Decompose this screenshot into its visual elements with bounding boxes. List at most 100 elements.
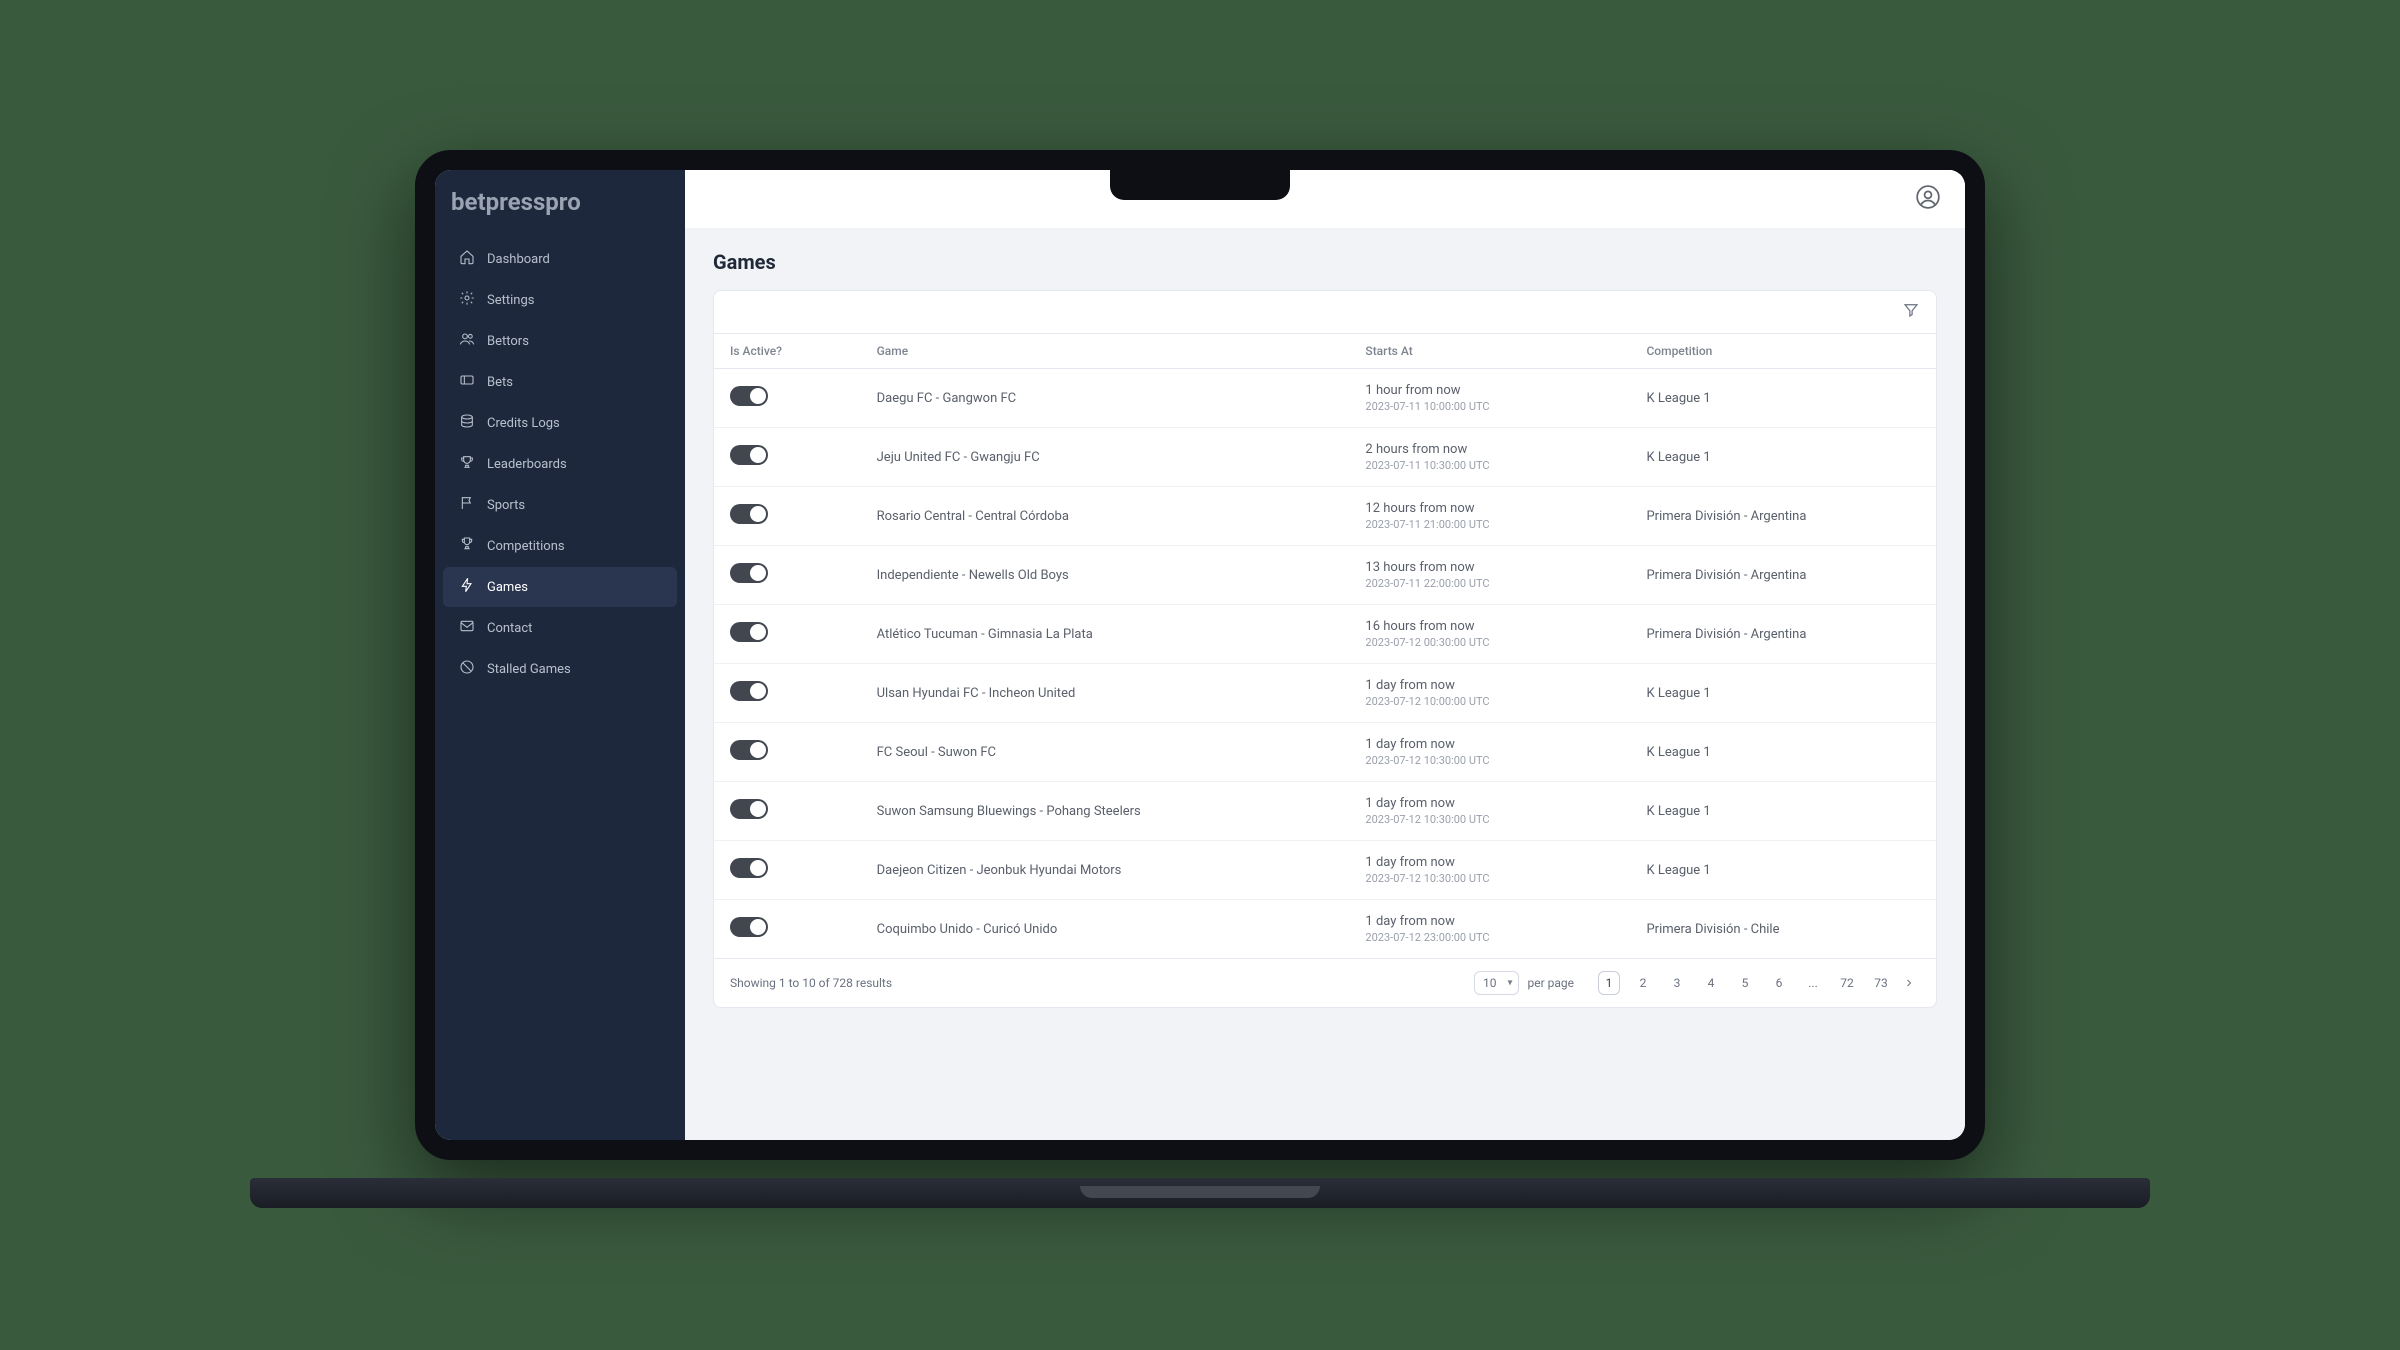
starts-absolute: 2023-07-12 10:30:00 UTC <box>1365 754 1614 767</box>
topbar <box>685 170 1965 228</box>
sidebar-item-bettors[interactable]: Bettors <box>443 321 677 361</box>
sidebar-item-settings[interactable]: Settings <box>443 280 677 320</box>
cell-competition: Primera División - Argentina <box>1630 605 1936 664</box>
starts-absolute: 2023-07-11 21:00:00 UTC <box>1365 518 1614 531</box>
active-toggle[interactable] <box>730 858 768 878</box>
sidebar-item-competitions[interactable]: Competitions <box>443 526 677 566</box>
sidebar-item-label: Leaderboards <box>487 457 567 472</box>
sidebar-item-label: Games <box>487 580 528 595</box>
active-toggle[interactable] <box>730 917 768 937</box>
table-row[interactable]: Independiente - Newells Old Boys13 hours… <box>714 546 1936 605</box>
page-button[interactable]: 4 <box>1700 971 1722 995</box>
cell-game: FC Seoul - Suwon FC <box>861 723 1350 782</box>
per-page-select[interactable]: 10 ▾ <box>1474 971 1520 995</box>
cell-competition: Primera División - Argentina <box>1630 487 1936 546</box>
ticket-icon <box>459 372 475 392</box>
page-ellipsis: ... <box>1802 971 1824 995</box>
cell-game: Independiente - Newells Old Boys <box>861 546 1350 605</box>
page-button[interactable]: 73 <box>1870 971 1892 995</box>
cell-starts: 1 hour from now2023-07-11 10:00:00 UTC <box>1349 369 1630 428</box>
starts-relative: 1 hour from now <box>1365 383 1614 398</box>
starts-relative: 2 hours from now <box>1365 442 1614 457</box>
block-icon <box>459 659 475 679</box>
sidebar-item-dashboard[interactable]: Dashboard <box>443 239 677 279</box>
table-row[interactable]: Daejeon Citizen - Jeonbuk Hyundai Motors… <box>714 841 1936 900</box>
cell-competition: K League 1 <box>1630 723 1936 782</box>
cell-game: Daejeon Citizen - Jeonbuk Hyundai Motors <box>861 841 1350 900</box>
table-row[interactable]: Rosario Central - Central Córdoba12 hour… <box>714 487 1936 546</box>
sidebar-item-label: Bettors <box>487 334 529 349</box>
filter-bar <box>714 291 1936 334</box>
filter-icon[interactable] <box>1902 301 1920 323</box>
sidebar-item-sports[interactable]: Sports <box>443 485 677 525</box>
starts-relative: 1 day from now <box>1365 914 1614 929</box>
user-avatar-icon[interactable] <box>1915 184 1941 214</box>
table-row[interactable]: FC Seoul - Suwon FC 1 day from now 2023-07… <box>714 723 1936 782</box>
active-toggle[interactable] <box>730 681 768 701</box>
cell-competition: K League 1 <box>1630 369 1936 428</box>
page-button[interactable]: 5 <box>1734 971 1756 995</box>
cell-game: Daegu FC - Gangwon FC <box>861 369 1350 428</box>
cell-competition: Primera División - Argentina <box>1630 546 1936 605</box>
cell-game: Coquimbo Unido - Curicó Unido <box>861 900 1350 959</box>
sidebar-item-stalled-games[interactable]: Stalled Games <box>443 649 677 689</box>
trophy-icon <box>459 454 475 474</box>
cell-competition: K League 1 <box>1630 782 1936 841</box>
display-notch <box>1110 170 1290 200</box>
cell-starts: 1 day from now2023-07-12 10:30:00 UTC <box>1349 841 1630 900</box>
starts-relative: 16 hours from now <box>1365 619 1614 634</box>
active-toggle[interactable] <box>730 799 768 819</box>
active-toggle[interactable] <box>730 740 768 760</box>
app-root: betpresspro DashboardSettingsBettorsBets… <box>435 170 1965 1140</box>
page-button[interactable]: 6 <box>1768 971 1790 995</box>
page-button[interactable]: 3 <box>1666 971 1688 995</box>
mail-icon <box>459 618 475 638</box>
active-toggle[interactable] <box>730 445 768 465</box>
flag-icon <box>459 495 475 515</box>
sidebar-item-leaderboards[interactable]: Leaderboards <box>443 444 677 484</box>
starts-relative: 1 day from now <box>1365 737 1614 752</box>
table-row[interactable]: Atlético Tucuman - Gimnasia La Plata16 h… <box>714 605 1936 664</box>
sidebar-item-games[interactable]: Games <box>443 567 677 607</box>
table-row[interactable]: Jeju United FC - Gwangju FC2 hours from … <box>714 428 1936 487</box>
table-row[interactable]: Daegu FC - Gangwon FC1 hour from now2023… <box>714 369 1936 428</box>
active-toggle[interactable] <box>730 386 768 406</box>
next-page-button[interactable] <box>1898 971 1920 995</box>
main-area: Games Is Active <box>685 170 1965 1140</box>
cell-starts: 2 hours from now 2023-07-11 10:30:00 UTC <box>1349 428 1630 487</box>
page-button[interactable]: 1 <box>1598 971 1620 995</box>
sidebar-item-credits-logs[interactable]: Credits Logs <box>443 403 677 443</box>
starts-absolute: 2023-07-11 10:30:00 UTC <box>1365 459 1614 472</box>
active-toggle[interactable] <box>730 504 768 524</box>
cell-starts: 1 day from now 2023-07-12 10:30:00 UTC <box>1349 723 1630 782</box>
starts-relative: 1 day from now <box>1365 678 1614 693</box>
col-header-game: Game <box>861 334 1350 369</box>
sidebar-item-label: Settings <box>487 293 534 308</box>
cell-competition: K League 1 <box>1630 841 1936 900</box>
table-row[interactable]: Suwon Samsung Bluewings - Pohang Steeler… <box>714 782 1936 841</box>
sidebar-item-contact[interactable]: Contact <box>443 608 677 648</box>
cell-starts: 16 hours from now2023-07-12 00:30:00 UTC <box>1349 605 1630 664</box>
table-row[interactable]: Ulsan Hyundai FC - Incheon United1 day f… <box>714 664 1936 723</box>
chevron-down-icon: ▾ <box>1507 978 1512 989</box>
laptop-base <box>250 1178 2150 1208</box>
cell-starts: 1 day from now 2023-07-12 23:00:00 UTC <box>1349 900 1630 959</box>
cell-game: Suwon Samsung Bluewings - Pohang Steeler… <box>861 782 1350 841</box>
starts-relative: 1 day from now <box>1365 855 1614 870</box>
laptop-lip <box>1080 1186 1320 1198</box>
pager: Showing 1 to 10 of 728 results 10 ▾ per … <box>714 958 1936 1007</box>
page-button[interactable]: 72 <box>1836 971 1858 995</box>
starts-absolute: 2023-07-12 23:00:00 UTC <box>1365 931 1614 944</box>
sidebar-item-bets[interactable]: Bets <box>443 362 677 402</box>
page-buttons: 123456... 72 73 <box>1598 971 1920 995</box>
games-table: Is Active? Game Starts At Competition Da… <box>714 334 1936 958</box>
active-toggle[interactable] <box>730 563 768 583</box>
active-toggle[interactable] <box>730 622 768 642</box>
starts-absolute: 2023-07-11 22:00:00 UTC <box>1365 577 1614 590</box>
table-row[interactable]: Coquimbo Unido - Curicó Unido1 day from … <box>714 900 1936 959</box>
per-page-label: per page <box>1527 976 1574 990</box>
cell-game: Rosario Central - Central Córdoba <box>861 487 1350 546</box>
page-button[interactable]: 2 <box>1632 971 1654 995</box>
starts-relative: 12 hours from now <box>1365 501 1614 516</box>
cell-starts: 12 hours from now 2023-07-11 21:00:00 UTC <box>1349 487 1630 546</box>
